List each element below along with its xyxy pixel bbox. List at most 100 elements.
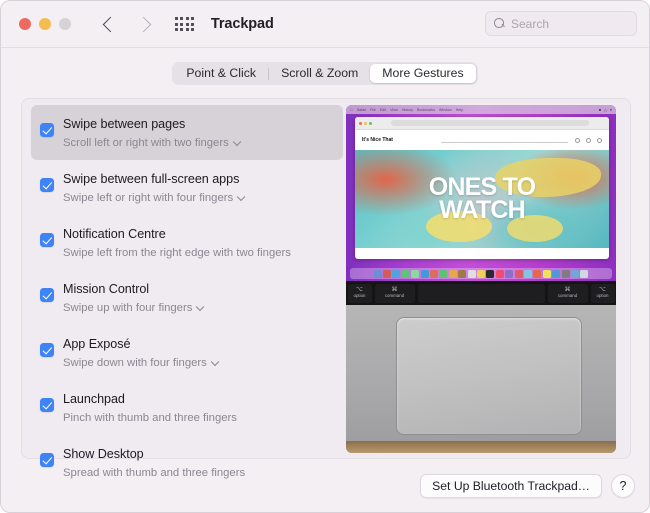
gesture-title: Swipe between pages [63, 117, 186, 131]
dock-icon-numbers [523, 269, 532, 278]
gesture-title: Mission Control [63, 282, 150, 296]
key-label: command [557, 293, 578, 298]
all-preferences-grid-icon[interactable] [175, 17, 194, 31]
checkbox-show-desktop[interactable] [40, 453, 54, 467]
grid-dot [190, 27, 194, 31]
chevron-down-icon[interactable] [236, 192, 246, 201]
gesture-row-notification-centre[interactable]: Notification Centre Swipe left from the … [31, 215, 343, 270]
gesture-row-launchpad[interactable]: Launchpad Pinch with thumb and three fin… [31, 380, 343, 435]
browser-toolbar [355, 117, 609, 130]
menu-item-edit: Edit [377, 107, 386, 112]
chevron-down-icon[interactable] [210, 357, 220, 366]
checkbox-swipe-between-full-screen-apps[interactable] [40, 178, 54, 192]
menu-item-view: View [387, 107, 398, 112]
dock-icon-calendar [448, 269, 457, 278]
account-icon [586, 137, 591, 143]
grid-dot [180, 27, 184, 31]
key-label: option [353, 293, 366, 298]
navigation-buttons [102, 16, 152, 32]
key-command-right: ⌘ command [547, 283, 588, 303]
gesture-title: Launchpad [63, 392, 125, 406]
dock-icon-safari [392, 269, 401, 278]
footer-button-row: Set Up Bluetooth Trackpad… ? [420, 474, 635, 498]
grid-dot [180, 22, 184, 26]
dock-icon-keynote [533, 269, 542, 278]
grid-dot [175, 27, 178, 31]
site-header: It's Nice That [355, 130, 609, 150]
checkbox-swipe-between-pages[interactable] [40, 123, 54, 137]
gesture-row-swipe-between-pages[interactable]: Swipe between pages Scroll left or right… [31, 105, 343, 160]
checkbox-app-expose[interactable] [40, 343, 54, 357]
chevron-down-icon[interactable] [196, 302, 205, 311]
dock-icon-reminders [467, 269, 476, 278]
site-hero-image: ONES TO WATCH [355, 150, 609, 248]
key-spacebar [417, 283, 545, 303]
gesture-list: Swipe between pages Scroll left or right… [31, 105, 343, 490]
gesture-text: Swipe between full-screen apps Swipe lef… [63, 169, 246, 206]
gesture-description: Swipe left from the right edge with two … [63, 247, 291, 259]
dock-icon-appstore [552, 269, 561, 278]
search-field[interactable]: Search [485, 11, 637, 36]
gesture-description: Swipe up with four fingers [63, 302, 193, 314]
macos-dock [350, 268, 612, 279]
help-button[interactable]: ? [611, 474, 635, 498]
gesture-description-wrap[interactable]: Swipe left or right with four fingers [63, 191, 246, 206]
site-nav [575, 137, 602, 143]
key-label: command [384, 293, 405, 298]
gesture-text: App Exposé Swipe down with four fingers [63, 334, 220, 371]
key-label: option [596, 293, 609, 298]
gesture-row-mission-control[interactable]: Mission Control Swipe up with four finge… [31, 270, 343, 325]
gesture-description: Swipe down with four fingers [63, 357, 207, 369]
grid-dot [180, 17, 184, 21]
browser-close-button [359, 121, 362, 125]
dock-icon-contacts [458, 269, 467, 278]
minimize-button[interactable] [39, 18, 51, 30]
tab-more-gestures[interactable]: More Gestures [370, 64, 476, 83]
gesture-row-app-expose[interactable]: App Exposé Swipe down with four fingers [31, 325, 343, 380]
forward-chevron-icon[interactable] [135, 16, 152, 32]
site-brand-tagline [400, 138, 434, 141]
grid-dot [185, 27, 189, 31]
dock-icon-photos [430, 269, 439, 278]
dock-icon-music [495, 269, 504, 278]
gesture-description-wrap[interactable]: Scroll left or right with two fingers [63, 136, 241, 151]
dock-icon-facetime [439, 269, 448, 278]
checkbox-mission-control[interactable] [40, 288, 54, 302]
checkbox-notification-centre[interactable] [40, 233, 54, 247]
menu-item-apple:  [350, 108, 353, 112]
gesture-text: Swipe between pages Scroll left or right… [63, 114, 241, 151]
checkbox-launchpad[interactable] [40, 398, 54, 412]
macos-menu-bar:  Safari File Edit View History Bookmark… [346, 105, 616, 114]
menu-item-bookmarks: Bookmarks [414, 107, 435, 112]
back-chevron-icon[interactable] [102, 16, 119, 32]
tab-scroll-and-zoom[interactable]: Scroll & Zoom [269, 64, 370, 83]
gesture-text: Show Desktop Spread with thumb and three… [63, 444, 245, 481]
laptop-keyboard: ⌥ option ⌘ command ⌘ command ⌥ option [346, 281, 616, 305]
chevron-down-icon[interactable] [232, 137, 241, 146]
menu-item-window: Window [436, 107, 452, 112]
gesture-description-wrap[interactable]: Swipe down with four fingers [63, 356, 220, 371]
grid-dot [185, 22, 189, 26]
menu-item-history: History [399, 107, 413, 112]
menu-bar-status-items: ■ △ ● [599, 108, 612, 112]
wifi-icon: △ [604, 107, 607, 112]
close-button[interactable] [19, 18, 31, 30]
browser-zoom-button [369, 121, 372, 125]
cart-icon [575, 137, 580, 143]
key-command-left: ⌘ command [374, 283, 415, 303]
gesture-text: Notification Centre Swipe left from the … [63, 224, 291, 261]
gesture-description-wrap[interactable]: Swipe up with four fingers [63, 301, 205, 316]
dock-icon-pages [542, 269, 551, 278]
menu-icon [597, 137, 602, 143]
dock-icon-maps [420, 269, 429, 278]
gesture-row-show-desktop[interactable]: Show Desktop Spread with thumb and three… [31, 435, 343, 490]
tab-point-and-click[interactable]: Point & Click [174, 64, 268, 83]
site-search-field [440, 138, 568, 143]
gesture-title: Swipe between full-screen apps [63, 172, 240, 186]
set-up-bluetooth-trackpad-button[interactable]: Set Up Bluetooth Trackpad… [420, 474, 602, 498]
zoom-button[interactable] [59, 18, 71, 30]
hero-headline-line2: WATCH [439, 196, 526, 224]
gesture-row-swipe-between-full-screen-apps[interactable]: Swipe between full-screen apps Swipe lef… [31, 160, 343, 215]
gesture-description-wrap: Pinch with thumb and three fingers [63, 411, 237, 426]
gesture-title: App Exposé [63, 337, 131, 351]
